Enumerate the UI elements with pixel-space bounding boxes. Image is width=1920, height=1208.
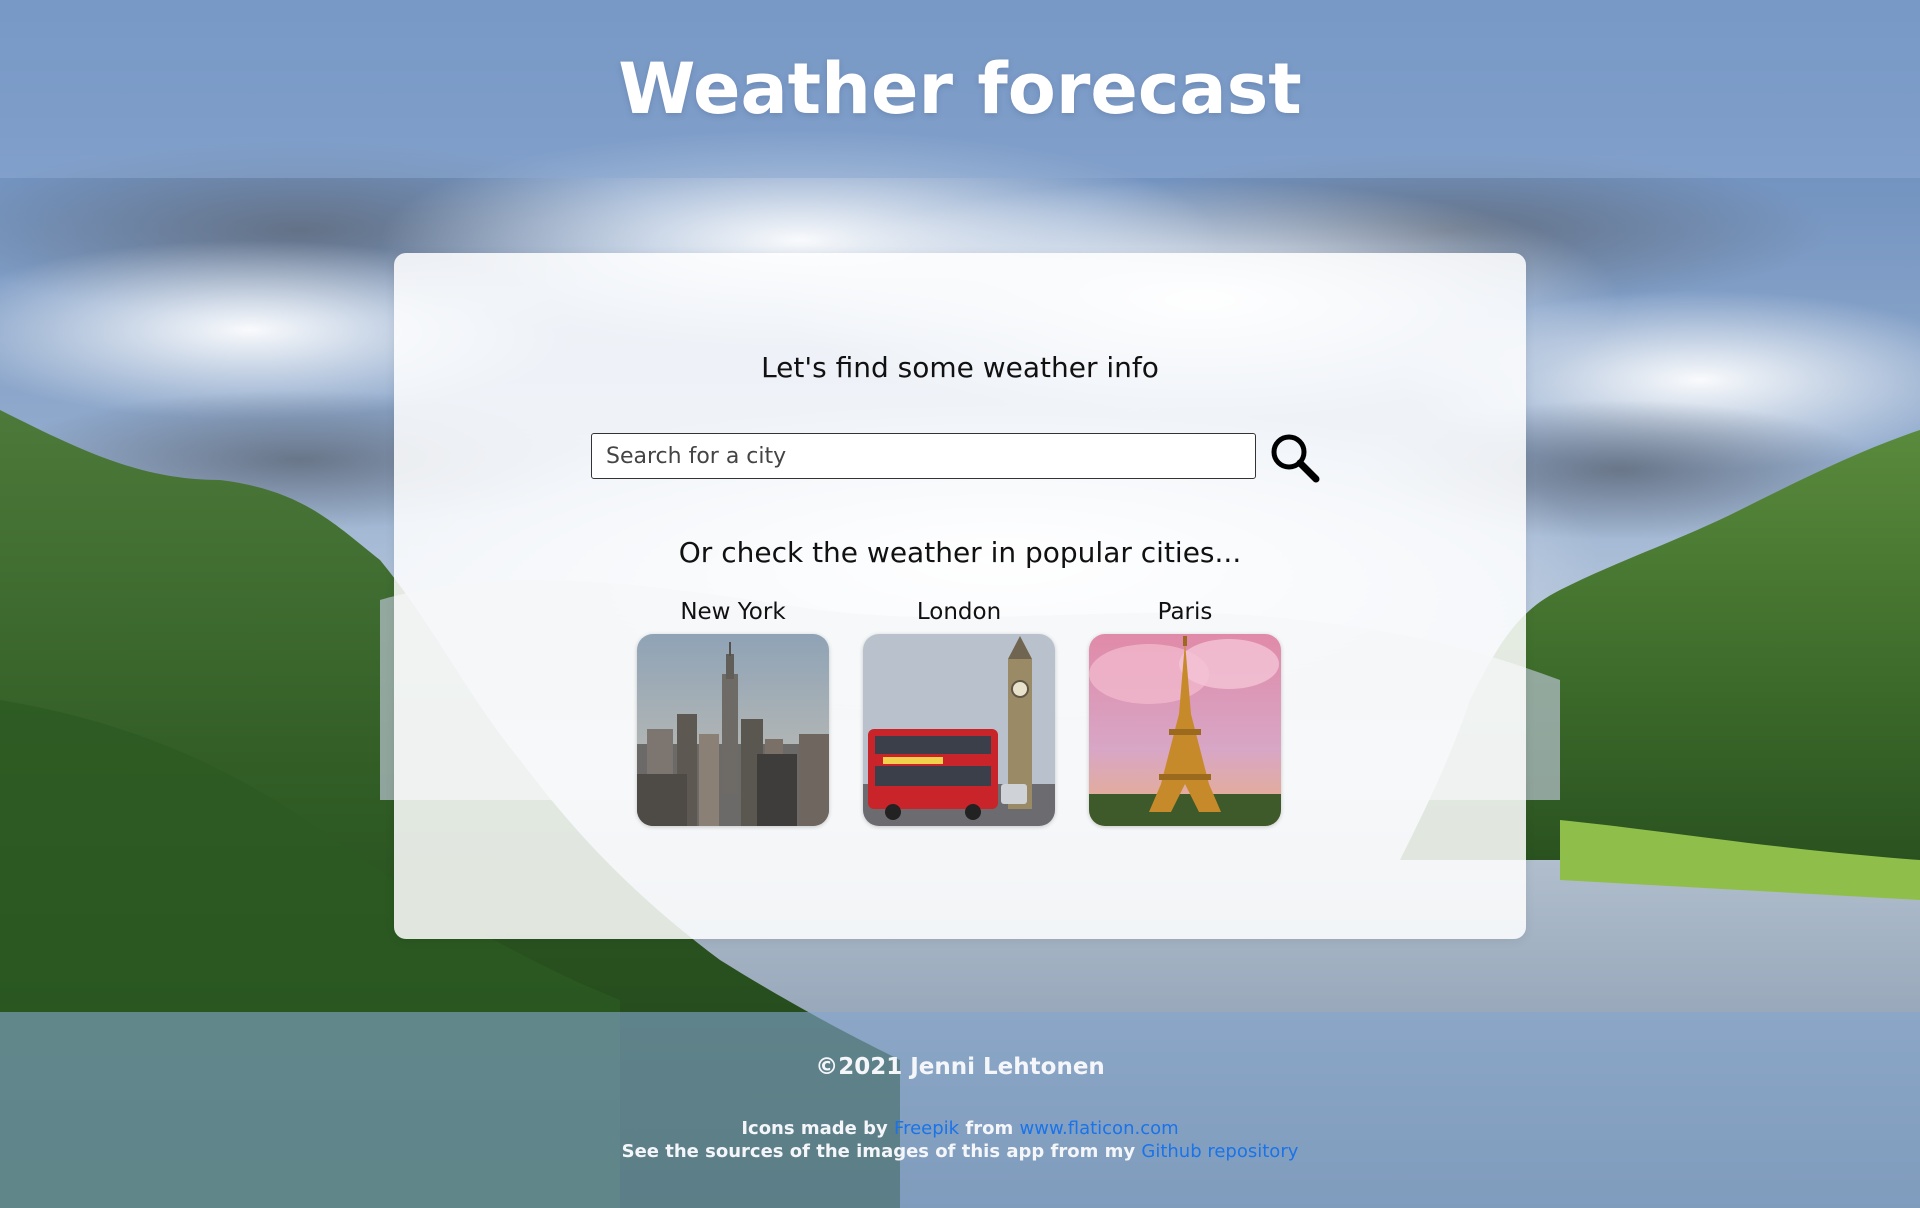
search-card: Let's find some weather info Or check th…	[394, 253, 1526, 939]
city-card-new-york[interactable]: New York	[637, 598, 829, 826]
icons-credit-line: Icons made by Freepik from www.flaticon.…	[0, 1117, 1920, 1140]
city-label: New York	[680, 599, 786, 625]
header: Weather forecast	[0, 0, 1920, 178]
page-title: Weather forecast	[618, 48, 1302, 130]
city-label: London	[916, 599, 1002, 625]
search-row	[591, 433, 1331, 483]
icons-credit-from: from	[965, 1118, 1014, 1139]
paris-eiffel-tower-image[interactable]	[1089, 634, 1281, 826]
copyright-text: ©2021 Jenni Lehtonen	[815, 1054, 1105, 1080]
popular-cities-heading: Or check the weather in popular cities..…	[678, 536, 1242, 569]
search-input[interactable]	[591, 433, 1256, 479]
sources-credit-line: See the sources of the images of this ap…	[0, 1140, 1920, 1163]
freepik-link[interactable]: Freepik	[894, 1118, 959, 1139]
new-york-skyline-image[interactable]	[637, 634, 829, 826]
credits: Icons made by Freepik from www.flaticon.…	[0, 1117, 1920, 1163]
city-card-london[interactable]: London	[863, 598, 1055, 826]
icons-credit-prefix: Icons made by	[741, 1118, 888, 1139]
search-button[interactable]	[1268, 431, 1322, 485]
sources-credit-text: See the sources of the images of this ap…	[621, 1141, 1136, 1162]
footer: ©2021 Jenni Lehtonen Icons made by Freep…	[0, 1012, 1920, 1208]
intro-text: Let's find some weather info	[761, 351, 1159, 384]
flaticon-link[interactable]: www.flaticon.com	[1020, 1118, 1179, 1139]
city-card-paris[interactable]: Paris	[1089, 598, 1281, 826]
search-icon	[1271, 434, 1320, 483]
popular-cities-list: New York London Paris	[637, 598, 1287, 838]
page: Weather forecast Let's find some weather…	[0, 0, 1920, 1208]
london-bus-big-ben-image[interactable]	[863, 634, 1055, 826]
github-repository-link[interactable]: Github repository	[1141, 1141, 1298, 1162]
city-label: Paris	[1157, 599, 1213, 625]
